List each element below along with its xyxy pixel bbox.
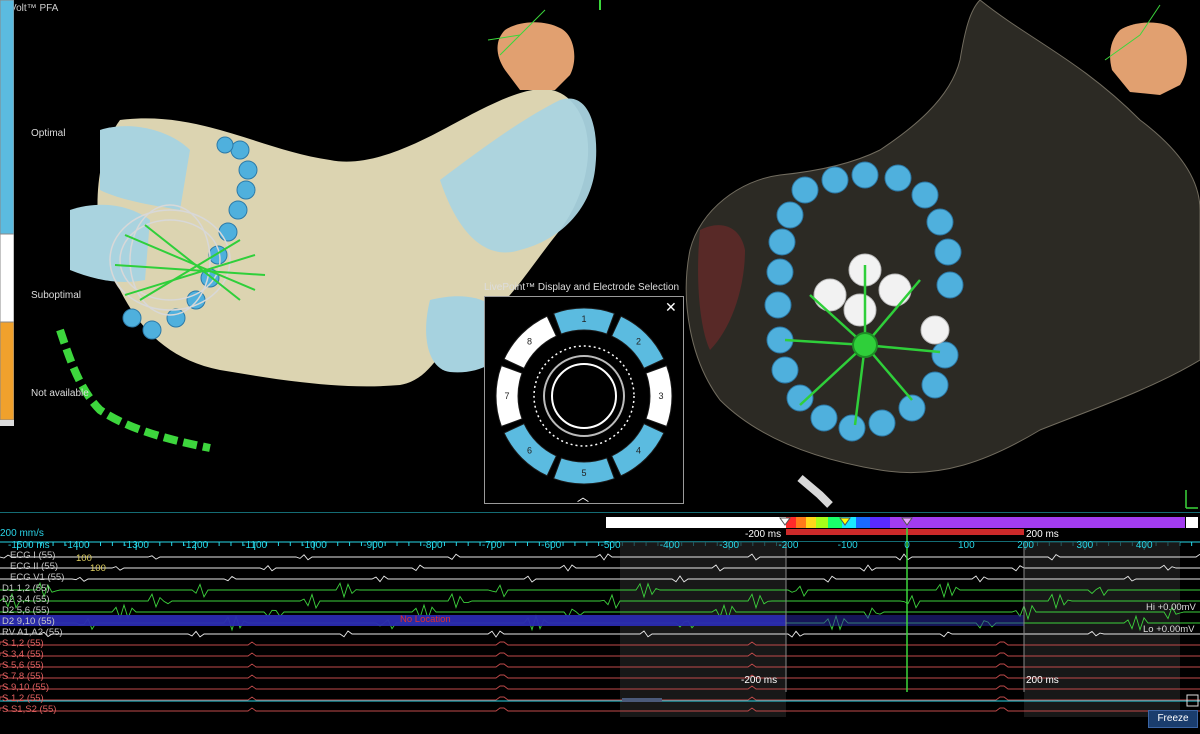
ruler-tick-label: -400 xyxy=(659,540,680,551)
window-left-label: -200 ms xyxy=(745,529,782,540)
trace-label[interactable]: D2 9,10 (55) xyxy=(2,617,55,627)
dial-inner-ring xyxy=(523,335,645,457)
electrode-segment-label: 8 xyxy=(527,337,532,347)
ruler-tick-label: 200 xyxy=(1017,540,1034,551)
ruler-tick-label: -1300 xyxy=(123,540,149,551)
legend-label-suboptimal: Suboptimal xyxy=(31,290,82,301)
trace-label[interactable]: ECG I (55) xyxy=(10,551,55,561)
ruler-tick-label: 300 xyxy=(1076,540,1094,551)
trace-label[interactable]: D2 3,4 (55) xyxy=(2,595,50,605)
hi-label: Hi +0.00mV xyxy=(1146,602,1196,613)
trace-label[interactable]: D1 1,2 (55) xyxy=(2,584,50,594)
legend-title: Volt™ PFA xyxy=(10,3,59,14)
sweep-speed-label: 200 mm/s xyxy=(0,528,44,539)
trace-label[interactable]: S 3,4 (55) xyxy=(2,650,44,660)
window-right-bottom-label: 200 ms xyxy=(1026,675,1059,686)
ruler-tick-label: -700 xyxy=(481,540,502,551)
chevron-up-icon[interactable]: ︿ xyxy=(577,488,589,505)
trace-label[interactable]: S 7,8 (55) xyxy=(2,672,44,682)
electrode-segment-label: 2 xyxy=(636,337,641,347)
close-icon[interactable]: ✕ xyxy=(665,300,677,314)
electrode-selection-popup: 1 2 3 4 5 6 7 8 xyxy=(484,296,684,504)
electrode-segment-label: 1 xyxy=(581,314,586,324)
electrode-segment-label: 6 xyxy=(527,445,532,455)
trace-label[interactable]: S S1,S2 (55) xyxy=(2,705,56,715)
ruler-tick-label: -200 xyxy=(778,540,799,551)
lo-label: Lo +0.00mV xyxy=(1143,624,1195,635)
ecg-scale-2: 100 xyxy=(90,563,106,574)
ruler-tick-label: -900 xyxy=(363,540,384,551)
trace-label[interactable]: S 1,2 (55) xyxy=(2,694,44,704)
freeze-button[interactable]: Freeze xyxy=(1148,710,1198,728)
legend-label-not-available: Not available xyxy=(31,388,89,399)
trace-label[interactable]: S 9,10 (55) xyxy=(2,683,49,693)
ruler-tick-label: -500 xyxy=(600,540,621,551)
electrode-segment-label: 5 xyxy=(581,468,586,478)
electrode-segment-label: 7 xyxy=(504,391,509,401)
ruler-tick-label: -1200 xyxy=(182,540,209,551)
trace-label[interactable]: D2 5,6 (55) xyxy=(2,606,50,616)
map-viewport[interactable]: Volt™ PFA Optimal Suboptimal Not availab… xyxy=(0,0,1200,512)
ruler-tick-label: 400 xyxy=(1135,540,1153,551)
ruler-tick-label: -1000 xyxy=(301,540,327,551)
electrode-segment-label: 3 xyxy=(658,391,663,401)
window-left-bottom-label: -200 ms xyxy=(741,675,778,686)
legend-label-optimal: Optimal xyxy=(31,128,66,139)
signal-timeline[interactable]: 200 mm/s -1500 ms -1400 -1300 -1200 -1100 -1… xyxy=(0,511,1200,729)
trace-label[interactable]: S 1,2 (55) xyxy=(2,639,44,649)
trace-label[interactable]: S 5,6 (55) xyxy=(2,661,44,671)
ruler-tick-label: -300 xyxy=(719,540,740,551)
ruler-tick-label: -1100 xyxy=(242,540,268,551)
orientation-torso-icon-left xyxy=(487,9,575,90)
trace-label[interactable]: ECG II (55) xyxy=(10,562,58,572)
window-right-label: 200 ms xyxy=(1026,529,1059,540)
ruler-tick-label: 0 xyxy=(904,540,910,551)
scrollbar-thumb[interactable] xyxy=(622,698,662,702)
electrode-segment-label: 4 xyxy=(636,445,641,455)
trace-label[interactable]: RV A1,A2 (55) xyxy=(2,628,63,638)
orientation-torso-icon-right xyxy=(1104,4,1187,95)
no-location-label: No Location xyxy=(400,614,451,625)
pfa-legend-bar xyxy=(0,0,14,426)
electrode-selector-dial: 1 2 3 4 5 6 7 8 xyxy=(495,307,673,485)
trace-label[interactable]: ECG V1 (55) xyxy=(10,573,64,583)
ruler-tick-label: -800 xyxy=(422,540,443,551)
ruler-tick-label: -600 xyxy=(541,540,562,551)
ruler-tick-label: 100 xyxy=(957,540,975,551)
electrode-popup-title: LivePoint™ Display and Electrode Selecti… xyxy=(484,282,680,293)
ruler-tick-label: -100 xyxy=(837,540,858,551)
ruler-tick-label: -1400 xyxy=(64,540,90,551)
highlight-band xyxy=(0,615,786,626)
